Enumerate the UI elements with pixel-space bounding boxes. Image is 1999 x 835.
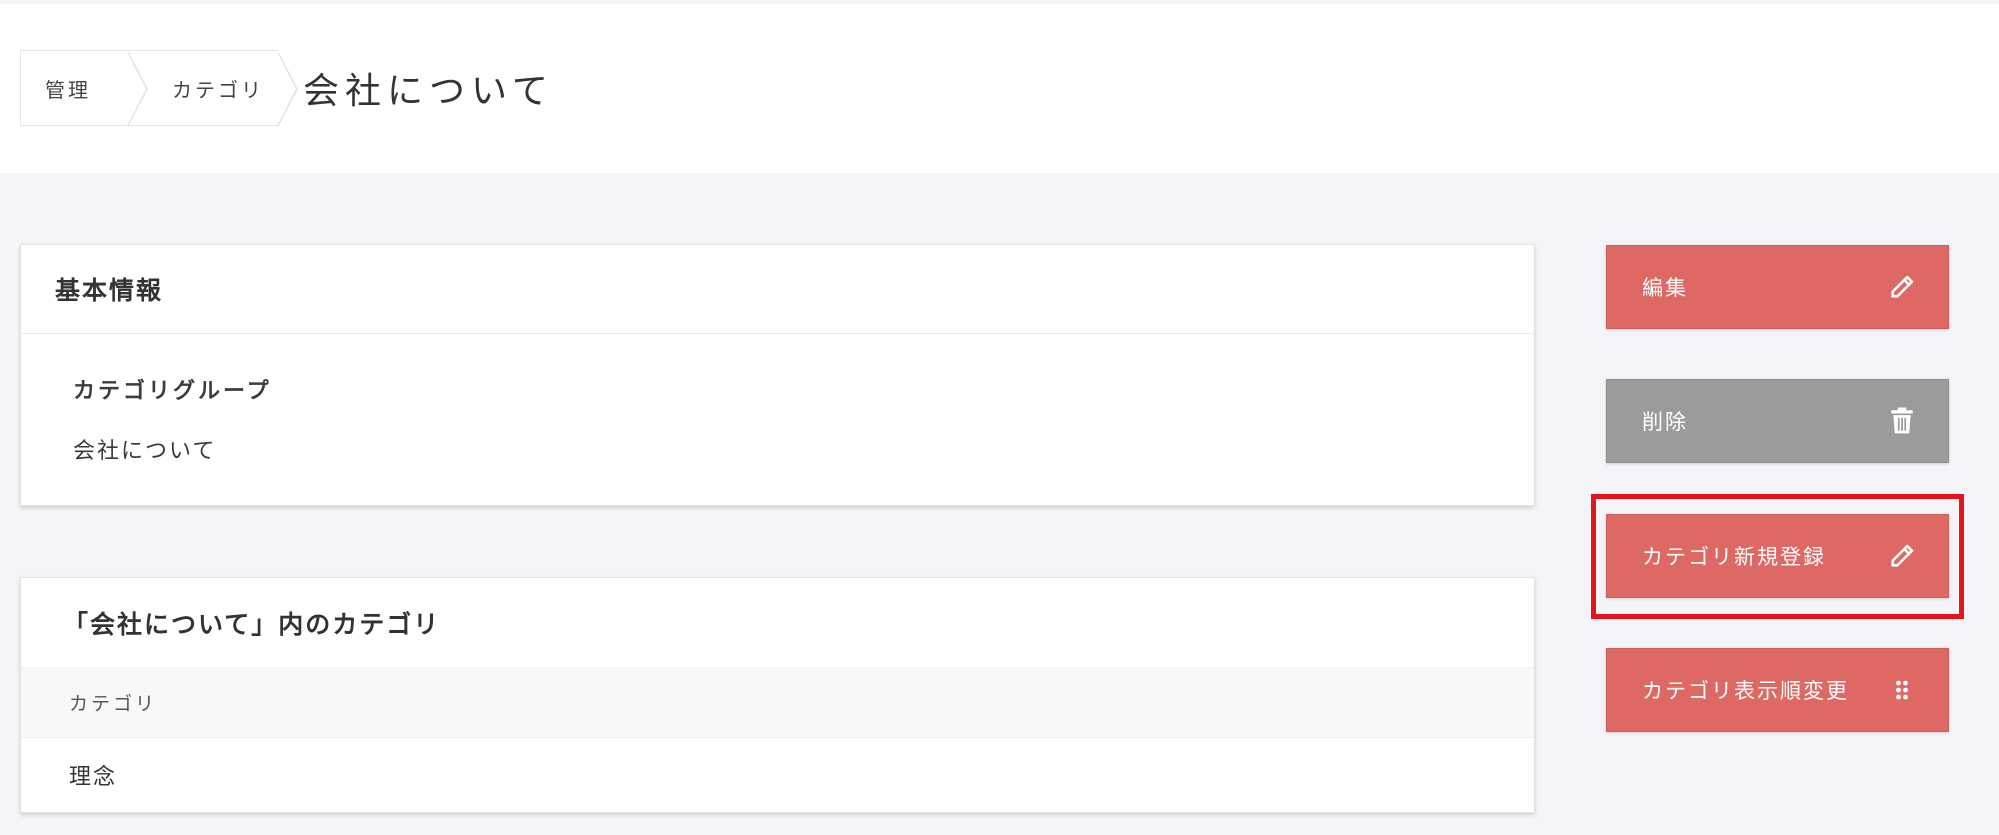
reorder-button-label: カテゴリ表示順変更 [1642, 679, 1849, 703]
trash-icon [1888, 407, 1916, 435]
new-category-button[interactable]: カテゴリ新規登録 [1606, 514, 1949, 598]
category-group-label: カテゴリグループ [73, 379, 272, 404]
page-title: 会社について [303, 71, 554, 112]
breadcrumb: 管理 カテゴリ [20, 50, 298, 127]
edit-button[interactable]: 編集 [1606, 245, 1949, 329]
drag-handle-icon [1888, 676, 1916, 704]
breadcrumb-item-category[interactable]: カテゴリ [128, 50, 298, 127]
edit-button-label: 編集 [1642, 276, 1688, 300]
table-header: カテゴリ [21, 668, 1534, 738]
pencil-icon [1888, 273, 1916, 301]
card-title: 基本情報 [21, 245, 1534, 334]
new-category-button-label: カテゴリ新規登録 [1642, 545, 1826, 569]
breadcrumb-label: 管理 [45, 77, 91, 102]
basic-info-card: 基本情報 カテゴリグループ 会社について [20, 244, 1535, 506]
breadcrumb-item-admin[interactable]: 管理 [20, 50, 148, 127]
table-row[interactable]: 理念 [21, 738, 1534, 812]
column-header-category: カテゴリ [69, 693, 158, 715]
category-group-value: 会社について [73, 439, 217, 464]
delete-button[interactable]: 削除 [1606, 379, 1949, 463]
breadcrumb-label: カテゴリ [172, 77, 264, 102]
reorder-categories-button[interactable]: カテゴリ表示順変更 [1606, 648, 1949, 732]
card-title: 「会社について」内のカテゴリ [21, 578, 1534, 668]
pencil-icon [1888, 542, 1916, 570]
delete-button-label: 削除 [1642, 410, 1688, 434]
category-name: 理念 [69, 765, 118, 790]
child-categories-card: 「会社について」内のカテゴリ カテゴリ 理念 [20, 577, 1535, 813]
page-header: 管理 カテゴリ 会社について [0, 0, 1999, 173]
